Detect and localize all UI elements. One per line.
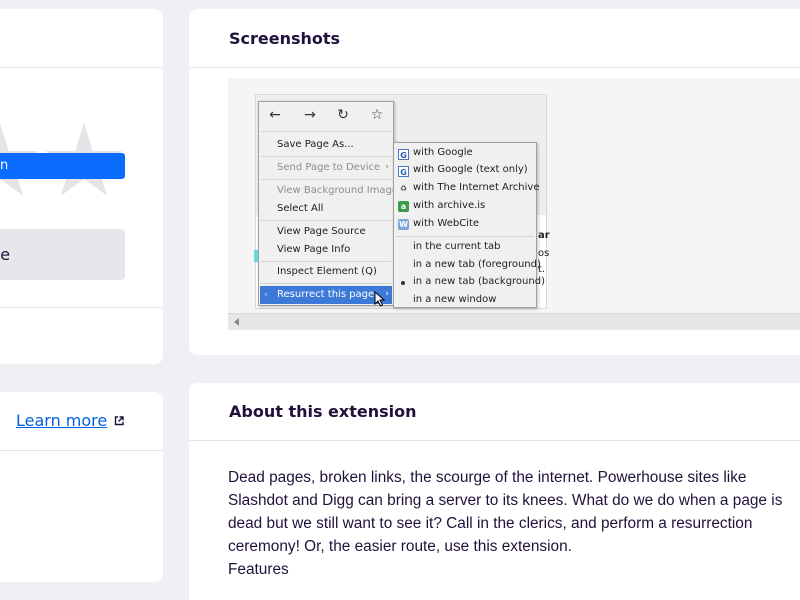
about-description: Dead pages, broken links, the scourge of… [228,466,800,581]
archive-is-icon: a [398,201,409,212]
scroll-left-icon[interactable] [234,318,239,326]
bookmark-star-icon: ☆ [370,107,384,123]
resurrect-icon: ‹ [264,290,268,300]
rating-card [0,9,163,364]
about-title: About this extension [229,402,417,421]
reload-icon: ↻ [337,107,349,123]
menu-item-view-info: View Page Info [277,244,351,255]
menu-separator [261,261,391,262]
about-line: ceremony! Or, the easier route, use this… [228,538,572,555]
submenu-item-archive-is: with archive.is [413,200,486,211]
submenu-item-new-tab-foreground: in a new tab (foreground) [413,259,541,270]
resurrect-submenu: G with Google G with Google (text only) … [393,142,545,308]
submenu-arrow-icon: › [385,162,389,172]
divider [0,307,163,308]
menu-separator [261,156,391,157]
menu-separator [261,179,391,180]
about-features-heading: Features [228,561,289,578]
secondary-action-label: ouse [0,245,11,264]
submenu-item-new-window: in a new window [413,294,497,305]
menu-separator [396,236,534,237]
menu-separator [261,131,391,132]
selected-radio-icon [401,281,405,285]
google-icon: G [398,166,409,177]
menu-item-save-page: Save Page As... [277,139,354,150]
partial-text: os [538,248,550,259]
submenu-item-webcite: with WebCite [413,218,480,229]
menu-separator [261,283,391,284]
menu-item-resurrect: Resurrect this page [277,289,375,300]
about-line: Slashdot and Digg can bring a server to … [228,492,783,509]
divider [0,67,163,68]
primary-action-button[interactable]: n [0,153,125,179]
external-link-icon [114,416,124,426]
secondary-action-button[interactable]: ouse [0,229,125,280]
screenshots-title: Screenshots [229,29,341,48]
webcite-icon: W [398,219,409,230]
submenu-item-internet-archive: with The Internet Archive [413,182,540,193]
submenu-item-new-tab-background: in a new tab (background) [413,276,545,287]
archive-icon: ♻ [399,184,408,193]
screenshot-scrollbar[interactable] [228,313,800,330]
context-menu: ← → ↻ ☆ Save Page As... Send Page to Dev… [258,101,398,306]
submenu-item-current-tab: in the current tab [413,241,501,252]
learn-more-link[interactable]: Learn more [16,411,107,430]
page: n ouse Learn more Screenshots ar os t. ←… [0,0,800,600]
partial-text: ar [538,230,550,241]
divider [0,450,163,451]
forward-icon: → [304,107,316,123]
mouse-cursor-icon [374,291,386,307]
menu-item-view-source: View Page Source [277,226,366,237]
menu-item-select-all: Select All [277,203,324,214]
about-line: Dead pages, broken links, the scourge of… [228,469,747,486]
about-line: dead but we still want to see it? Call i… [228,515,753,532]
menu-item-send-page: Send Page to Device [277,162,381,173]
submenu-item-google: with Google [413,147,473,158]
divider [189,67,800,68]
divider [189,440,800,441]
back-icon: ← [269,107,281,123]
menu-item-view-background: View Background Image [277,185,399,196]
primary-action-label: n [0,158,9,173]
menu-item-inspect: Inspect Element (Q) [277,266,377,277]
submenu-item-google-text: with Google (text only) [413,164,528,175]
context-menu-nav: ← → ↻ ☆ [259,102,393,131]
google-icon: G [398,149,409,160]
menu-separator [261,220,391,221]
